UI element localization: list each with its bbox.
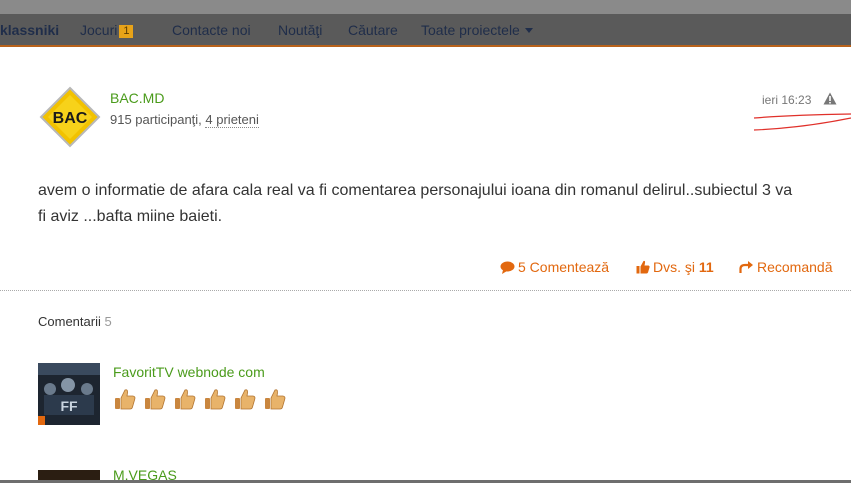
comment-button[interactable]: 5 Comentează — [500, 259, 609, 275]
comment-label: 5 Comentează — [518, 259, 610, 275]
nav-item-games[interactable]: Jocuri 1 — [80, 22, 134, 38]
thumbs-up-emoji-icon — [145, 389, 166, 410]
site-logo[interactable]: klassniki — [0, 22, 59, 38]
warning-icon[interactable] — [823, 92, 837, 105]
recommend-label: Recomandă — [757, 259, 833, 275]
like-button[interactable]: Dvs. şi 11 — [636, 259, 714, 275]
comment-author-link-2[interactable]: M.VEGAS — [113, 467, 177, 483]
like-label: Dvs. şi — [653, 259, 695, 275]
recommend-button[interactable]: Recomandă — [739, 259, 833, 275]
thumbs-up-emoji-icon — [265, 389, 286, 410]
chevron-down-icon — [524, 28, 533, 33]
section-divider — [0, 290, 851, 291]
thumbs-up-icon — [636, 260, 650, 274]
post-author-link[interactable]: BAC.MD — [110, 90, 164, 106]
post-text: avem o informatie de afara cala real va … — [38, 182, 793, 225]
nav-item-all-projects[interactable]: Toate proiectele — [421, 22, 533, 38]
like-count: 11 — [698, 259, 714, 275]
members-count: 915 participanţi, — [110, 112, 202, 127]
thumbs-up-emoji-icon — [205, 389, 226, 410]
logo-text: BAC — [53, 110, 88, 127]
nav-item-games-label: Jocuri — [80, 22, 118, 38]
poster-image: FF — [38, 363, 100, 425]
thumbs-up-emoji-icon — [175, 389, 196, 410]
recommend-icon — [739, 261, 753, 273]
comment-author-link[interactable]: FavoritTV webnode com — [113, 364, 265, 380]
group-meta: 915 participanţi, 4 prieteni — [110, 112, 259, 128]
nav-item-search[interactable]: Căutare — [348, 22, 398, 38]
nav-item-news[interactable]: Noutăţi — [278, 22, 322, 38]
comments-count: 5 — [104, 314, 112, 329]
thumbs-up-emoji-icon — [235, 389, 256, 410]
games-badge: 1 — [119, 25, 134, 38]
nav-item-contacts[interactable]: Contacte noi — [172, 22, 251, 38]
comment-avatar[interactable]: FF — [38, 363, 100, 425]
comments-heading: Comentarii 5 — [38, 314, 112, 329]
comments-title: Comentarii — [38, 314, 101, 329]
comment-avatar-2[interactable] — [38, 470, 100, 480]
post-time: ieri 16:23 — [762, 93, 812, 107]
nav-item-all-projects-label: Toate proiectele — [421, 22, 520, 38]
thumbs-up-emoji-icon — [115, 389, 136, 410]
svg-text:FF: FF — [60, 398, 78, 414]
window-top-band — [0, 0, 851, 14]
thumbs-emoticons — [113, 387, 293, 411]
bac-logo-avatar[interactable]: BAC — [39, 86, 101, 148]
red-pen-mark — [753, 113, 851, 131]
comment-icon — [500, 261, 515, 274]
friends-link[interactable]: 4 prieteni — [205, 112, 259, 128]
top-navigation: klassniki Jocuri 1 Contacte noi Noutăţi C… — [0, 14, 851, 47]
